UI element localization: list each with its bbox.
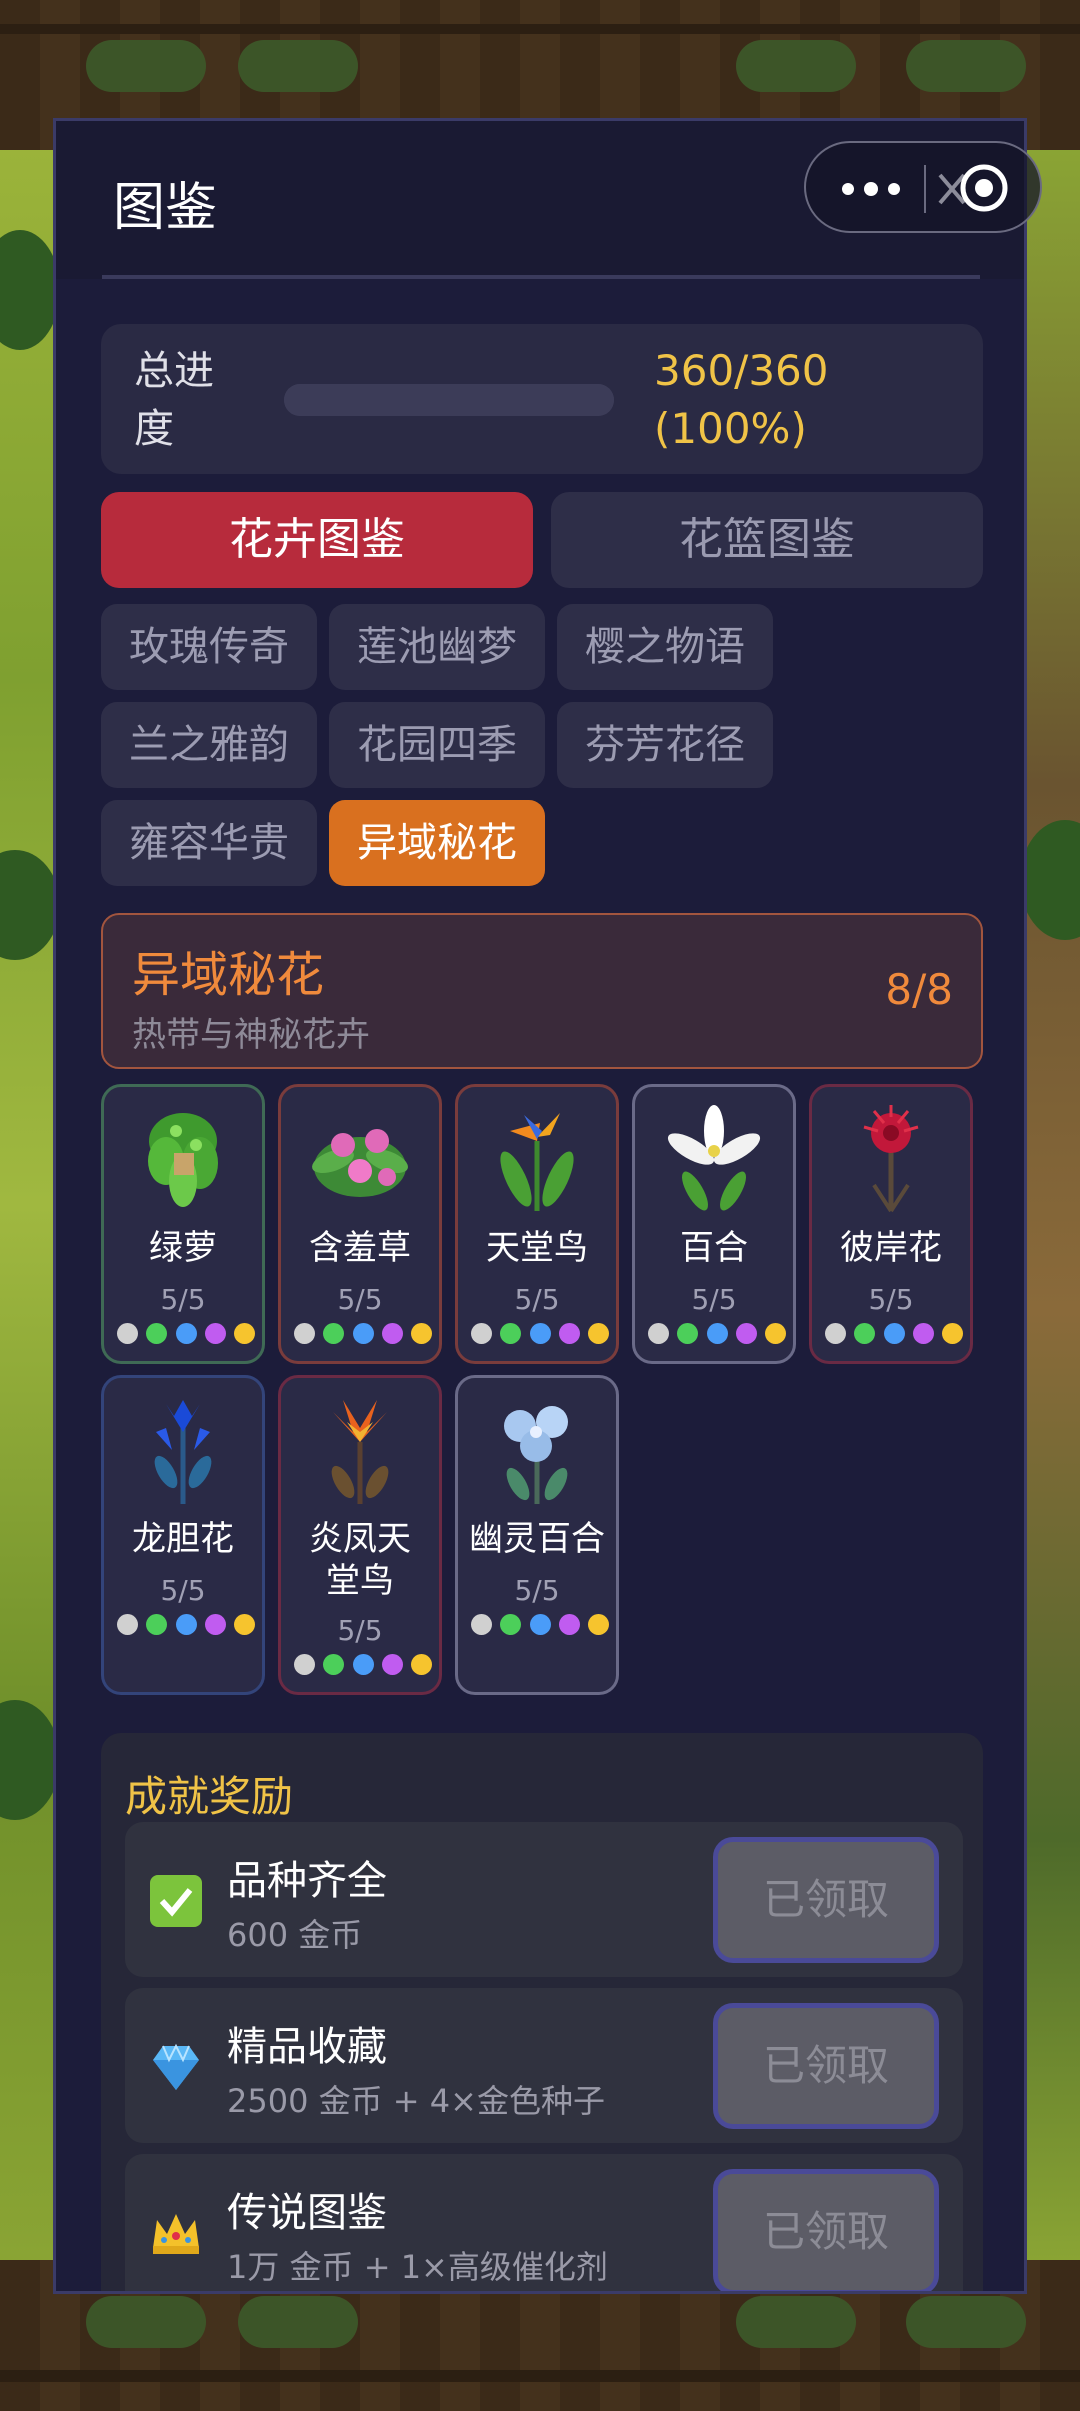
fire-phoenix-icon: [331, 1400, 389, 1504]
set-title: 异域秘花: [132, 947, 325, 1003]
close-button[interactable]: [934, 155, 1020, 221]
bush-decoration: [906, 2296, 1026, 2348]
modal-title: 图鉴: [113, 178, 218, 238]
rarity-dots: [294, 1654, 432, 1676]
rarity-dots: [117, 1614, 255, 1636]
bush-decoration: [238, 40, 358, 92]
flower-name: 百合: [680, 1228, 748, 1268]
achievement-reward: 1万 金币 + 1×高级催化剂: [227, 2248, 608, 2286]
diamond-icon: [153, 2043, 199, 2090]
category-tab-lotus[interactable]: 莲池幽梦: [329, 604, 545, 690]
more-options-button[interactable]: [834, 161, 904, 213]
rarity-dots: [294, 1323, 432, 1345]
category-tab-exotic[interactable]: 异域秘花: [329, 800, 545, 886]
bush-decoration: [238, 2296, 358, 2348]
flower-card-lily[interactable]: 百合 5/5: [632, 1084, 796, 1364]
category-tab-rose[interactable]: 玫瑰传奇: [101, 604, 317, 690]
crown-icon: [153, 2214, 199, 2254]
rarity-dots: [117, 1323, 255, 1345]
flower-count: 5/5: [691, 1283, 737, 1316]
bush-decoration: [906, 40, 1026, 92]
flower-count: 5/5: [868, 1283, 914, 1316]
flower-count: 5/5: [160, 1283, 206, 1316]
flower-card-gentian[interactable]: 龙胆花 5/5: [101, 1375, 265, 1695]
codex-modal: 图鉴 总进度 360/360 (100%) 花卉图鉴 花篮图鉴 玫瑰传奇 莲池幽…: [53, 118, 1027, 2294]
achievement-row: 精品收藏 2500 金币 + 4×金色种子 已领取: [125, 1988, 963, 2143]
tab-basket-codex[interactable]: 花篮图鉴: [551, 492, 983, 588]
rarity-dots: [471, 1323, 609, 1345]
achievements-title: 成就奖励: [125, 1772, 294, 1821]
progress-bar-fill: [284, 384, 614, 416]
header-divider: [102, 275, 980, 279]
claimed-button[interactable]: 已领取: [713, 2003, 939, 2129]
ghost-lily-icon: [504, 1406, 568, 1504]
flower-name: 幽灵百合: [469, 1519, 605, 1559]
claimed-button[interactable]: 已领取: [713, 1837, 939, 1963]
flower-name: 含羞草: [309, 1228, 411, 1268]
achievement-reward: 2500 金币 + 4×金色种子: [227, 2082, 605, 2120]
flower-count: 5/5: [514, 1574, 560, 1607]
flower-card-pothos[interactable]: 绿萝 5/5: [101, 1084, 265, 1364]
flower-count: 5/5: [337, 1283, 383, 1316]
bush-decoration: [86, 40, 206, 92]
grass-left: [0, 150, 60, 2260]
flower-name: 炎凤天堂鸟: [281, 1518, 439, 1602]
bird-of-paradise-icon: [500, 1113, 574, 1211]
flower-card-fire-phoenix[interactable]: 炎凤天堂鸟 5/5: [278, 1375, 442, 1695]
capsule-menu: [804, 141, 1042, 233]
spider-lily-icon: [863, 1105, 919, 1213]
achievement-name: 传说图鉴: [227, 2190, 387, 2236]
progress-value: 360/360 (100%): [654, 346, 829, 453]
capsule-divider: [924, 165, 926, 213]
rarity-dots: [471, 1614, 609, 1636]
mimosa-icon: [312, 1129, 408, 1197]
flower-count: 5/5: [160, 1574, 206, 1607]
flower-name: 绿萝: [149, 1228, 217, 1268]
flower-card-mimosa[interactable]: 含羞草 5/5: [278, 1084, 442, 1364]
claimed-button[interactable]: 已领取: [713, 2169, 939, 2291]
category-tab-fragrant[interactable]: 芬芳花径: [557, 702, 773, 788]
gentian-icon: [154, 1400, 212, 1504]
category-tab-elegant[interactable]: 雍容华贵: [101, 800, 317, 886]
category-tab-orchid[interactable]: 兰之雅韵: [101, 702, 317, 788]
achievement-name: 品种齐全: [227, 1858, 387, 1904]
flower-name: 天堂鸟: [486, 1228, 588, 1268]
bush-decoration: [86, 2296, 206, 2348]
progress-bar: [284, 384, 614, 416]
flower-name: 龙胆花: [132, 1519, 234, 1559]
category-tab-seasons[interactable]: 花园四季: [329, 702, 545, 788]
lily-icon: [667, 1105, 761, 1211]
rarity-dots: [648, 1323, 786, 1345]
rarity-dots: [825, 1323, 963, 1345]
achievement-name: 精品收藏: [227, 2024, 387, 2070]
category-tab-sakura[interactable]: 樱之物语: [557, 604, 773, 690]
achievement-reward: 600 金币: [227, 1916, 363, 1954]
flower-count: 5/5: [514, 1283, 560, 1316]
progress-label: 总进度: [134, 348, 214, 452]
bush-decoration: [736, 2296, 856, 2348]
bush-decoration: [736, 40, 856, 92]
achievements-section: 成就奖励 品种齐全 600 金币 已领取 精品收藏 2500 金币 + 4×金色…: [101, 1733, 983, 2291]
set-subtitle: 热带与神秘花卉: [132, 1015, 370, 1055]
scene-right: [1020, 150, 1080, 2260]
checkbox-icon: [150, 1875, 202, 1927]
flower-count: 5/5: [337, 1614, 383, 1647]
achievement-row: 品种齐全 600 金币 已领取: [125, 1822, 963, 1977]
set-banner: 异域秘花 热带与神秘花卉 8/8: [101, 913, 983, 1069]
close-icon: [938, 164, 1008, 212]
total-progress-card: 总进度 360/360 (100%): [101, 324, 983, 474]
flower-card-spider-lily[interactable]: 彼岸花 5/5: [809, 1084, 973, 1364]
flower-card-ghost-lily[interactable]: 幽灵百合 5/5: [455, 1375, 619, 1695]
flower-name: 彼岸花: [840, 1228, 942, 1268]
set-count: 8/8: [885, 965, 953, 1014]
flower-name-text: 炎凤天堂鸟: [309, 1519, 411, 1601]
pothos-icon: [148, 1113, 218, 1207]
tab-flower-codex[interactable]: 花卉图鉴: [101, 492, 533, 588]
achievement-row: 传说图鉴 1万 金币 + 1×高级催化剂 已领取: [125, 2154, 963, 2291]
flower-card-bird-of-paradise[interactable]: 天堂鸟 5/5: [455, 1084, 619, 1364]
